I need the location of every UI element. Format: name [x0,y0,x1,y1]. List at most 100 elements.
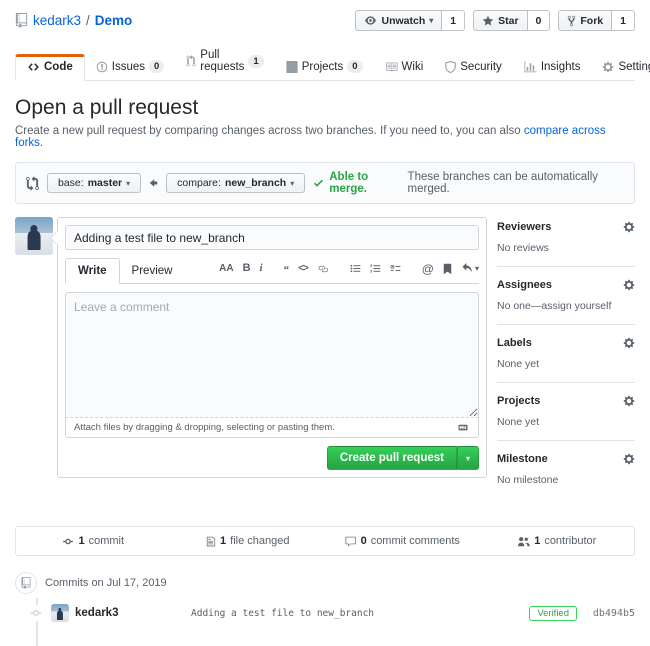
project-icon [286,61,298,73]
merge-status-bold: Able to merge. [329,171,402,195]
stat-files-changed[interactable]: 1 file changed [171,535,326,547]
gear-icon[interactable] [623,395,635,407]
repo-owner-link[interactable]: kedark3 [33,13,81,28]
quote-icon[interactable]: “ [284,265,290,273]
unwatch-button[interactable]: Unwatch ▾ [355,10,442,31]
tab-wiki-label: Wiki [402,61,424,73]
fork-label: Fork [580,15,603,27]
bold-icon[interactable]: B [243,263,251,274]
saved-replies-icon[interactable] [443,263,452,275]
projects-title: Projects [497,395,540,407]
verified-badge[interactable]: Verified [529,606,577,621]
merge-status: Able to merge. These branches can be aut… [313,171,624,195]
fork-icon [567,15,576,27]
page-description: Create a new pull request by comparing c… [15,125,635,149]
chevron-down-icon: ▾ [429,16,433,25]
milestone-body: No milestone [497,474,635,486]
base-prefix: base: [58,177,84,189]
commit-author-name: kedark3 [75,607,118,619]
create-pull-request-dropdown[interactable]: ▾ [457,446,479,470]
link-icon[interactable] [317,264,329,274]
tab-wiki[interactable]: Wiki [374,55,435,80]
pull-request-form: Write Preview AA B i “ <> @ [57,217,487,478]
commit-message[interactable]: Adding a test file to new_branch [191,608,529,619]
stat-commits[interactable]: 1 commit [16,535,171,547]
stat-files-label: file changed [230,535,289,547]
compare-branch-selector[interactable]: compare: new_branch ▾ [166,173,305,193]
forks-count[interactable]: 1 [612,10,635,31]
labels-body: None yet [497,358,635,370]
tab-code[interactable]: Code [15,54,85,81]
gear-icon[interactable] [623,337,635,349]
tab-write[interactable]: Write [65,258,120,284]
discussion-sidebar: Reviewers No reviews Assignees No one—as… [497,217,635,506]
italic-icon[interactable]: i [260,263,263,274]
avatar [15,217,53,255]
gear-icon[interactable] [623,221,635,233]
repo-name-link[interactable]: Demo [95,13,133,28]
avatar [51,604,69,622]
tab-projects[interactable]: Projects 0 [275,54,374,80]
stars-count[interactable]: 0 [528,10,551,31]
markdown-icon[interactable] [456,423,470,432]
list-ordered-icon[interactable] [370,263,381,274]
tab-issues[interactable]: Issues 0 [85,54,176,80]
text-size-icon[interactable]: AA [219,264,233,274]
diff-stats-bar: 1 commit 1 file changed 0 commit comment… [15,526,635,556]
list-unordered-icon[interactable] [350,263,361,274]
tab-pull-requests[interactable]: Pull requests 1 [175,43,274,80]
tab-preview[interactable]: Preview [120,259,185,283]
star-button[interactable]: Star [473,10,527,31]
compare-prefix: compare: [177,177,221,189]
stat-comments-count: 0 [361,535,367,547]
commit-sha-link[interactable]: db494b5 [587,608,635,619]
chevron-down-icon: ▾ [475,264,479,273]
fork-button[interactable]: Fork [558,10,612,31]
sidebar-section-reviewers: Reviewers No reviews [497,217,635,267]
page-description-period: . [40,137,43,149]
tab-projects-label: Projects [302,61,344,73]
milestone-title: Milestone [497,453,548,465]
base-branch-selector[interactable]: base: master ▾ [47,173,141,193]
attach-files-text: Attach files by dragging & dropping, sel… [74,422,335,433]
people-icon [517,536,530,547]
base-branch-name: master [88,177,122,189]
commit-author[interactable]: kedark3 [51,604,191,622]
graph-icon [524,61,537,73]
tab-security[interactable]: Security [434,55,513,80]
reply-menu[interactable]: ▾ [461,263,479,274]
gear-icon[interactable] [623,453,635,465]
repo-actions: Unwatch ▾ 1 Star 0 Fork 1 [355,10,635,31]
tab-insights[interactable]: Insights [513,55,592,80]
pr-title-input[interactable] [65,225,479,250]
attach-files-bar[interactable]: Attach files by dragging & dropping, sel… [65,418,479,438]
comment-textarea[interactable] [65,292,479,418]
tab-settings[interactable]: Settings [591,55,650,80]
watchers-count[interactable]: 1 [442,10,465,31]
repo-nav: Code Issues 0 Pull requests 1 Projects 0… [15,43,635,81]
code-snippet-icon[interactable]: <> [298,264,308,274]
stat-contributors[interactable]: 1 contributor [480,535,635,547]
tasklist-icon[interactable] [390,263,401,274]
sidebar-section-milestone: Milestone No milestone [497,449,635,498]
commit-icon [62,536,74,547]
mention-icon[interactable]: @ [422,263,434,275]
assignees-title: Assignees [497,279,552,291]
gear-icon [602,61,614,73]
assignees-body: No one—assign yourself [497,300,635,312]
star-label: Star [498,15,518,27]
markdown-toolbar: AA B i “ <> @ ▾ [219,263,479,279]
labels-title: Labels [497,337,532,349]
tab-issues-label: Issues [112,61,145,73]
stat-commit-comments[interactable]: 0 commit comments [325,535,480,547]
shield-icon [445,61,456,73]
create-pull-request-button[interactable]: Create pull request [327,446,457,470]
branch-compare-bar: base: master ▾ compare: new_branch ▾ Abl… [15,162,635,204]
stat-contributors-label: contributor [544,535,596,547]
gear-icon[interactable] [623,279,635,291]
git-commit-icon [29,605,43,621]
sidebar-section-labels: Labels None yet [497,333,635,383]
repo-header: kedark3 / Demo Unwatch ▾ 1 Star 0 [15,10,635,31]
file-icon [206,536,216,547]
check-icon [313,177,324,189]
